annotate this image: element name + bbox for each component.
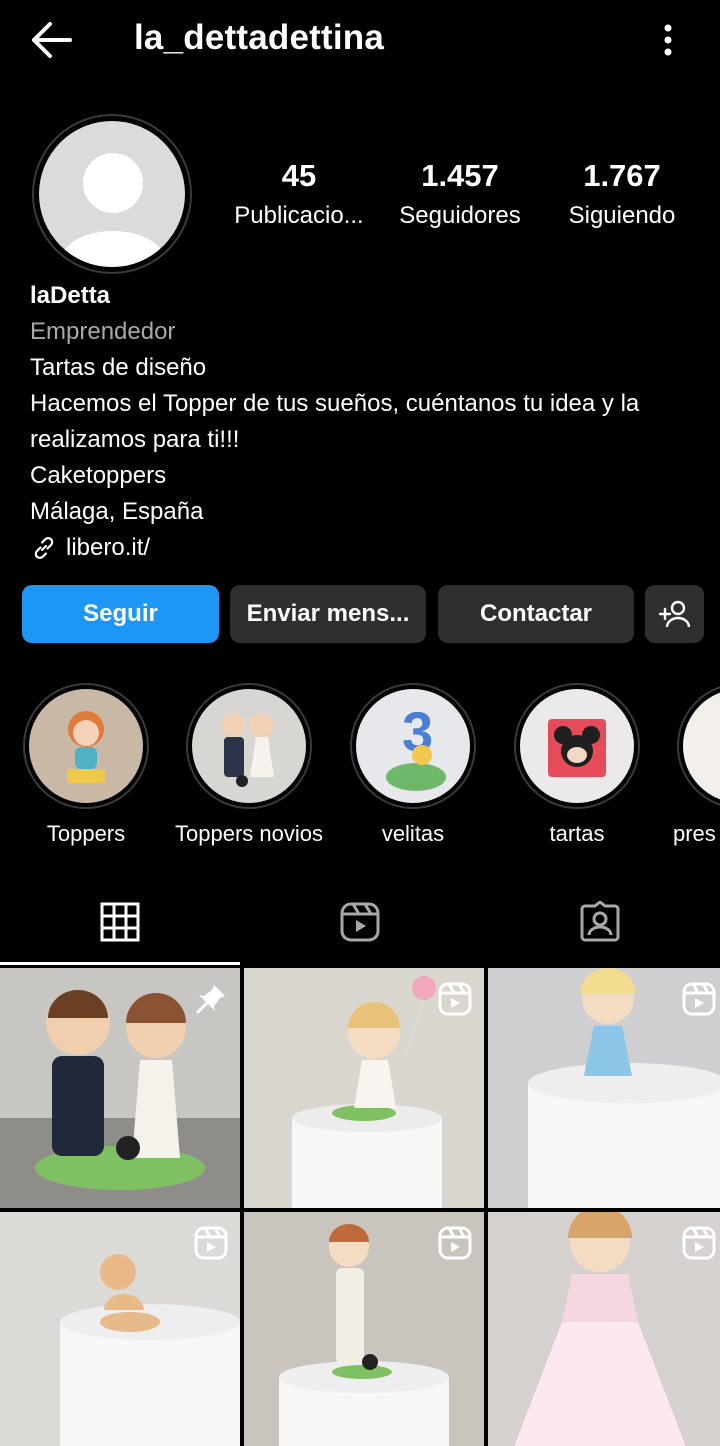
link-icon: [34, 537, 54, 559]
top-bar: la_dettadettina: [0, 0, 720, 80]
tab-reels[interactable]: [240, 880, 480, 964]
profile-avatar[interactable]: [32, 114, 192, 274]
reels-icon: [340, 902, 380, 942]
highlight-pres[interactable]: pres: [665, 683, 720, 849]
back-button[interactable]: [26, 18, 76, 62]
profile-username: la_dettadettina: [134, 18, 384, 57]
highlight-tartas[interactable]: tartas: [502, 683, 652, 849]
stat-posts-value: 45: [281, 158, 317, 193]
bio-location: Málaga, España: [30, 498, 204, 525]
reels-icon: [438, 1226, 472, 1260]
suggest-users-button[interactable]: [645, 585, 704, 643]
reels-icon: [194, 1226, 228, 1260]
post-thumbnail[interactable]: [244, 1212, 484, 1446]
highlight-thumbnail: 3: [356, 689, 470, 803]
highlight-label: Toppers novios: [175, 821, 323, 846]
more-vertical-icon: [664, 24, 672, 56]
highlight-thumbnail: [683, 689, 720, 803]
highlight-label: tartas: [549, 821, 605, 846]
contact-button[interactable]: Contactar: [438, 585, 634, 643]
profile-tabs: [0, 880, 720, 965]
stat-posts-label: Publicacio...: [234, 202, 364, 229]
highlight-thumbnail: [520, 689, 634, 803]
profile-link[interactable]: libero.it/: [30, 530, 710, 566]
arrow-left-icon: [32, 22, 72, 58]
grid-icon: [100, 902, 140, 942]
bio-line: Hacemos el Topper de tus sueños, cuéntan…: [30, 390, 640, 453]
stat-followers[interactable]: 1.457 Seguidores: [390, 156, 530, 236]
profile-category: Emprendedor: [30, 318, 176, 345]
display-name: laDetta: [30, 282, 111, 309]
highlight-toppers-novios[interactable]: Toppers novios: [174, 683, 324, 849]
stat-following-label: Siguiendo: [568, 202, 676, 229]
bio-line: Tartas de diseño: [30, 354, 207, 381]
bio-line: Caketoppers: [30, 462, 167, 489]
tagged-user-icon: [580, 901, 620, 942]
stat-followers-value: 1.457: [421, 158, 499, 193]
follow-button[interactable]: Seguir: [22, 585, 219, 643]
reels-icon: [682, 982, 716, 1016]
highlight-thumbnail: [29, 689, 143, 803]
tab-tagged[interactable]: [480, 880, 720, 964]
profile-link-text: libero.it/: [66, 534, 151, 561]
more-options-button[interactable]: [654, 20, 682, 60]
default-avatar-icon: [39, 121, 185, 267]
highlight-toppers[interactable]: Toppers: [11, 683, 161, 849]
highlight-thumbnail: [192, 689, 306, 803]
message-button[interactable]: Enviar mens...: [230, 585, 426, 643]
highlight-velitas[interactable]: 3 velitas: [338, 683, 488, 849]
highlight-label: velitas: [381, 821, 445, 846]
post-thumbnail[interactable]: [0, 968, 240, 1208]
stat-posts[interactable]: 45 Publicacio...: [226, 156, 372, 236]
stat-followers-label: Seguidores: [399, 202, 521, 229]
pin-icon: [196, 985, 225, 1014]
tab-posts-grid[interactable]: [0, 880, 240, 964]
post-thumbnail[interactable]: [488, 1212, 720, 1446]
highlight-label: Toppers: [46, 821, 126, 846]
active-tab-indicator: [0, 962, 240, 965]
post-thumbnail[interactable]: [488, 968, 720, 1208]
reels-icon: [682, 1226, 716, 1260]
highlight-label: pres: [673, 821, 716, 846]
reels-icon: [438, 982, 472, 1016]
post-thumbnail[interactable]: [0, 1212, 240, 1446]
stat-following-value: 1.767: [583, 158, 661, 193]
add-user-icon: [658, 600, 690, 628]
stat-following[interactable]: 1.767 Siguiendo: [556, 156, 688, 236]
post-thumbnail[interactable]: [244, 968, 484, 1208]
profile-bio: laDetta Emprendedor Tartas de diseño Hac…: [30, 278, 710, 566]
